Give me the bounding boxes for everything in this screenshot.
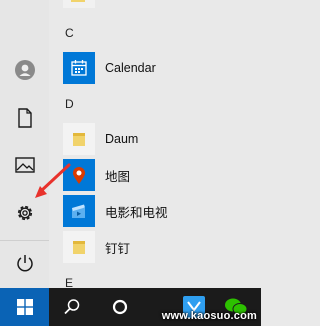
movies-tv-icon	[72, 204, 85, 218]
app-label: Daum	[105, 132, 139, 146]
pictures-button[interactable]	[0, 143, 49, 187]
taskbar: www.kaosuo.com	[0, 288, 261, 326]
app-label: 地图	[105, 169, 131, 184]
section-letter-d[interactable]: D	[65, 97, 74, 111]
app-list: C Calendar D Daum 地图 电影和电视 钉钉 E	[49, 0, 261, 288]
calendar-icon	[71, 60, 87, 76]
app-label: Calendar	[105, 61, 156, 75]
folder-icon	[73, 241, 85, 254]
windows-start-icon	[16, 299, 33, 315]
section-letter-e[interactable]: E	[65, 276, 73, 288]
document-icon	[17, 108, 32, 128]
app-maps[interactable]: 地图	[63, 159, 259, 191]
user-account-button[interactable]	[0, 48, 49, 92]
map-pin-icon	[73, 167, 85, 184]
app-daum[interactable]: Daum	[63, 123, 259, 155]
pictures-icon	[14, 157, 35, 173]
search-button[interactable]	[52, 288, 92, 326]
section-letter-c[interactable]: C	[65, 26, 74, 40]
app-label: 钉钉	[105, 241, 131, 256]
app-dingtalk[interactable]: 钉钉	[63, 231, 259, 263]
app-movies-tv[interactable]: 电影和电视	[63, 195, 259, 227]
app-calendar[interactable]: Calendar	[63, 52, 259, 84]
movies-tv-tile	[63, 195, 95, 227]
daum-tile	[63, 123, 95, 155]
documents-button[interactable]	[0, 96, 49, 140]
calendar-tile	[63, 52, 95, 84]
power-button[interactable]	[0, 240, 49, 285]
folder-icon	[73, 133, 85, 146]
folder-icon	[71, 0, 85, 2]
start-button[interactable]	[0, 288, 49, 326]
task-view-icon	[112, 299, 128, 315]
app-label: 电影和电视	[105, 205, 168, 220]
user-icon	[14, 60, 35, 80]
app-tile-partial[interactable]	[63, 0, 95, 8]
settings-icon	[17, 205, 32, 221]
dingtalk-tile	[63, 231, 95, 263]
power-icon	[16, 255, 33, 272]
maps-tile	[63, 159, 95, 191]
watermark-text: www.kaosuo.com	[161, 310, 257, 322]
settings-button[interactable]	[0, 191, 49, 235]
start-menu-rail	[0, 0, 49, 288]
search-icon	[64, 299, 80, 315]
task-view-button[interactable]	[100, 288, 140, 326]
